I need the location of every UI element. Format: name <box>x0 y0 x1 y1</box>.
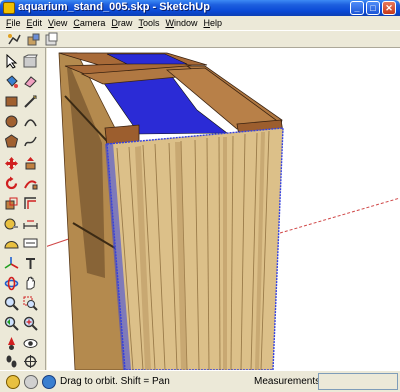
tool-palette <box>0 48 46 370</box>
zoom-icon[interactable] <box>3 295 20 312</box>
rectangle-icon[interactable] <box>3 93 20 110</box>
polygon-icon[interactable] <box>3 133 20 150</box>
drawing-viewport[interactable] <box>47 48 400 370</box>
dimension-icon[interactable] <box>22 215 39 232</box>
menu-help[interactable]: Help <box>200 18 225 28</box>
orbit-icon[interactable] <box>3 275 20 292</box>
title-bar: aquarium_stand_005.skp - SketchUp _ □ ✕ <box>0 0 400 16</box>
aquarium-stand-model <box>47 52 400 370</box>
text-icon[interactable] <box>22 235 39 252</box>
sketchup-app-icon[interactable] <box>3 2 15 14</box>
top-toolbar <box>0 30 400 48</box>
paint-bucket-icon[interactable] <box>3 73 20 90</box>
window-title: aquarium_stand_005.skp - SketchUp <box>18 1 210 13</box>
zoom-previous-icon[interactable] <box>3 315 20 332</box>
offset-icon[interactable] <box>22 195 39 212</box>
eraser-icon[interactable] <box>22 73 39 90</box>
close-button[interactable]: ✕ <box>382 1 396 15</box>
freehand-icon[interactable] <box>22 133 39 150</box>
follow-me-icon[interactable] <box>22 175 39 192</box>
geolocation-icon[interactable] <box>6 375 20 389</box>
section-plane-icon[interactable] <box>22 353 39 370</box>
help-icon[interactable] <box>42 375 56 389</box>
component-tool-icon[interactable] <box>43 31 60 48</box>
status-bar: Drag to orbit. Shift = Pan Measurements <box>0 370 400 392</box>
protractor-icon[interactable] <box>3 235 20 252</box>
menu-edit[interactable]: Edit <box>24 18 46 28</box>
position-camera-icon[interactable] <box>3 335 20 352</box>
menu-file[interactable]: File <box>3 18 24 28</box>
scale-icon[interactable] <box>3 195 20 212</box>
paint-tool-icon[interactable] <box>25 31 42 48</box>
red-axis-dashed <box>279 197 400 234</box>
menu-view[interactable]: View <box>45 18 70 28</box>
menu-tools[interactable]: Tools <box>135 18 162 28</box>
menu-bar: File Edit View Camera Draw Tools Window … <box>0 16 400 30</box>
credits-icon[interactable] <box>24 375 38 389</box>
circle-icon[interactable] <box>3 113 20 130</box>
tape-measure-icon[interactable] <box>3 215 20 232</box>
maximize-button[interactable]: □ <box>366 1 380 15</box>
select-icon[interactable] <box>3 53 20 70</box>
walk-icon[interactable] <box>3 353 20 370</box>
orbit-tool-icon[interactable] <box>6 31 23 48</box>
3d-text-icon[interactable] <box>22 255 39 272</box>
make-component-icon[interactable] <box>22 53 39 70</box>
push-pull-icon[interactable] <box>22 155 39 172</box>
minimize-button[interactable]: _ <box>350 1 364 15</box>
arc-icon[interactable] <box>22 113 39 130</box>
move-icon[interactable] <box>3 155 20 172</box>
menu-camera[interactable]: Camera <box>70 18 108 28</box>
rotate-icon[interactable] <box>3 175 20 192</box>
line-icon[interactable] <box>22 93 39 110</box>
status-hint: Drag to orbit. Shift = Pan <box>60 376 170 387</box>
zoom-extents-icon[interactable] <box>22 315 39 332</box>
measurements-input[interactable] <box>318 373 398 390</box>
pan-icon[interactable] <box>22 275 39 292</box>
menu-window[interactable]: Window <box>162 18 200 28</box>
menu-draw[interactable]: Draw <box>108 18 135 28</box>
look-around-icon[interactable] <box>22 335 39 352</box>
measurements-label: Measurements <box>254 376 321 387</box>
zoom-window-icon[interactable] <box>22 295 39 312</box>
axes-icon[interactable] <box>3 255 20 272</box>
